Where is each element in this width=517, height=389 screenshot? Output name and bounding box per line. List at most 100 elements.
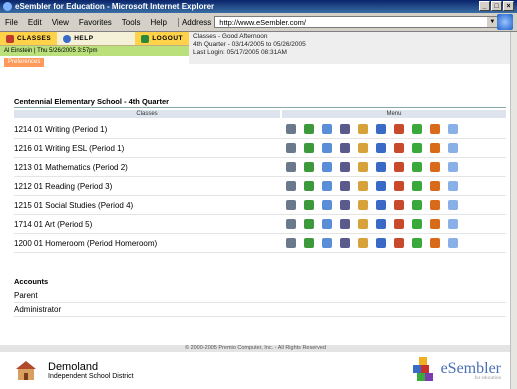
email-icon[interactable] — [376, 200, 386, 210]
people-icon[interactable] — [304, 162, 314, 172]
classes-label: CLASSES — [17, 35, 52, 42]
account-administrator[interactable]: Administrator — [14, 303, 506, 317]
document-icon[interactable] — [322, 181, 332, 191]
calendar-icon[interactable] — [340, 162, 350, 172]
people-icon[interactable] — [304, 200, 314, 210]
report-icon[interactable] — [430, 238, 440, 248]
notes-icon[interactable] — [358, 219, 368, 229]
class-name-link[interactable]: 1714 01 Art (Period 5) — [14, 220, 280, 229]
grades-icon[interactable] — [286, 143, 296, 153]
menu-edit[interactable]: Edit — [23, 18, 47, 27]
header-left: CLASSES HELP LOGOUT Al Einstein | Thu 5/… — [0, 32, 189, 67]
checklist-icon[interactable] — [412, 238, 422, 248]
award-icon[interactable] — [394, 143, 404, 153]
notes-icon[interactable] — [358, 238, 368, 248]
email-icon[interactable] — [376, 181, 386, 191]
cursor-icon[interactable] — [448, 143, 458, 153]
grades-icon[interactable] — [286, 181, 296, 191]
document-icon[interactable] — [322, 162, 332, 172]
cursor-icon[interactable] — [448, 238, 458, 248]
document-icon[interactable] — [322, 143, 332, 153]
grades-icon[interactable] — [286, 162, 296, 172]
address-dropdown-icon[interactable]: ▼ — [487, 17, 498, 27]
notes-icon[interactable] — [358, 200, 368, 210]
grades-icon[interactable] — [286, 200, 296, 210]
address-label: Address — [177, 17, 214, 27]
account-parent[interactable]: Parent — [14, 289, 506, 303]
menu-help[interactable]: Help — [145, 18, 171, 27]
checklist-icon[interactable] — [412, 200, 422, 210]
maximize-button[interactable]: □ — [491, 1, 502, 11]
grades-icon[interactable] — [286, 219, 296, 229]
document-icon[interactable] — [322, 219, 332, 229]
people-icon[interactable] — [304, 219, 314, 229]
checklist-icon[interactable] — [412, 162, 422, 172]
class-menu-icons — [286, 238, 458, 248]
page-content: CLASSES HELP LOGOUT Al Einstein | Thu 5/… — [0, 32, 511, 389]
notes-icon[interactable] — [358, 124, 368, 134]
class-name-link[interactable]: 1214 01 Writing (Period 1) — [14, 125, 280, 134]
menu-tools[interactable]: Tools — [117, 18, 146, 27]
cursor-icon[interactable] — [448, 200, 458, 210]
classes-button[interactable]: CLASSES — [0, 32, 58, 45]
calendar-icon[interactable] — [340, 238, 350, 248]
email-icon[interactable] — [376, 162, 386, 172]
notes-icon[interactable] — [358, 162, 368, 172]
report-icon[interactable] — [430, 162, 440, 172]
checklist-icon[interactable] — [412, 143, 422, 153]
notes-icon[interactable] — [358, 143, 368, 153]
report-icon[interactable] — [430, 219, 440, 229]
email-icon[interactable] — [376, 143, 386, 153]
award-icon[interactable] — [394, 238, 404, 248]
people-icon[interactable] — [304, 124, 314, 134]
calendar-icon[interactable] — [340, 200, 350, 210]
grades-icon[interactable] — [286, 124, 296, 134]
class-name-link[interactable]: 1216 01 Writing ESL (Period 1) — [14, 144, 280, 153]
report-icon[interactable] — [430, 143, 440, 153]
calendar-icon[interactable] — [340, 181, 350, 191]
menu-file[interactable]: File — [0, 18, 23, 27]
report-icon[interactable] — [430, 124, 440, 134]
cursor-icon[interactable] — [448, 181, 458, 191]
checklist-icon[interactable] — [412, 181, 422, 191]
people-icon[interactable] — [304, 238, 314, 248]
menu-view[interactable]: View — [47, 18, 74, 27]
class-name-link[interactable]: 1215 01 Social Studies (Period 4) — [14, 201, 280, 210]
notes-icon[interactable] — [358, 181, 368, 191]
grades-icon[interactable] — [286, 238, 296, 248]
class-name-link[interactable]: 1212 01 Reading (Period 3) — [14, 182, 280, 191]
email-icon[interactable] — [376, 219, 386, 229]
award-icon[interactable] — [394, 124, 404, 134]
cursor-icon[interactable] — [448, 219, 458, 229]
award-icon[interactable] — [394, 181, 404, 191]
email-icon[interactable] — [376, 124, 386, 134]
class-name-link[interactable]: 1200 01 Homeroom (Period Homeroom) — [14, 239, 280, 248]
address-bar[interactable]: http://www.eSembler.com/ ▼ — [214, 16, 499, 28]
close-button[interactable]: × — [503, 1, 514, 11]
cursor-icon[interactable] — [448, 162, 458, 172]
class-name-link[interactable]: 1213 01 Mathematics (Period 2) — [14, 163, 280, 172]
calendar-icon[interactable] — [340, 124, 350, 134]
document-icon[interactable] — [322, 238, 332, 248]
document-icon[interactable] — [322, 124, 332, 134]
logout-button[interactable]: LOGOUT — [135, 32, 189, 45]
people-icon[interactable] — [304, 143, 314, 153]
calendar-icon[interactable] — [340, 219, 350, 229]
menu-favorites[interactable]: Favorites — [74, 18, 117, 27]
email-icon[interactable] — [376, 238, 386, 248]
preferences-button[interactable]: Preferences — [4, 58, 45, 67]
minimize-button[interactable]: _ — [479, 1, 490, 11]
calendar-icon[interactable] — [340, 143, 350, 153]
report-icon[interactable] — [430, 181, 440, 191]
help-button[interactable]: HELP — [57, 32, 99, 45]
checklist-icon[interactable] — [412, 219, 422, 229]
document-icon[interactable] — [322, 200, 332, 210]
people-icon[interactable] — [304, 181, 314, 191]
award-icon[interactable] — [394, 219, 404, 229]
report-icon[interactable] — [430, 200, 440, 210]
vertical-scrollbar[interactable] — [510, 32, 517, 389]
cursor-icon[interactable] — [448, 124, 458, 134]
award-icon[interactable] — [394, 162, 404, 172]
checklist-icon[interactable] — [412, 124, 422, 134]
award-icon[interactable] — [394, 200, 404, 210]
